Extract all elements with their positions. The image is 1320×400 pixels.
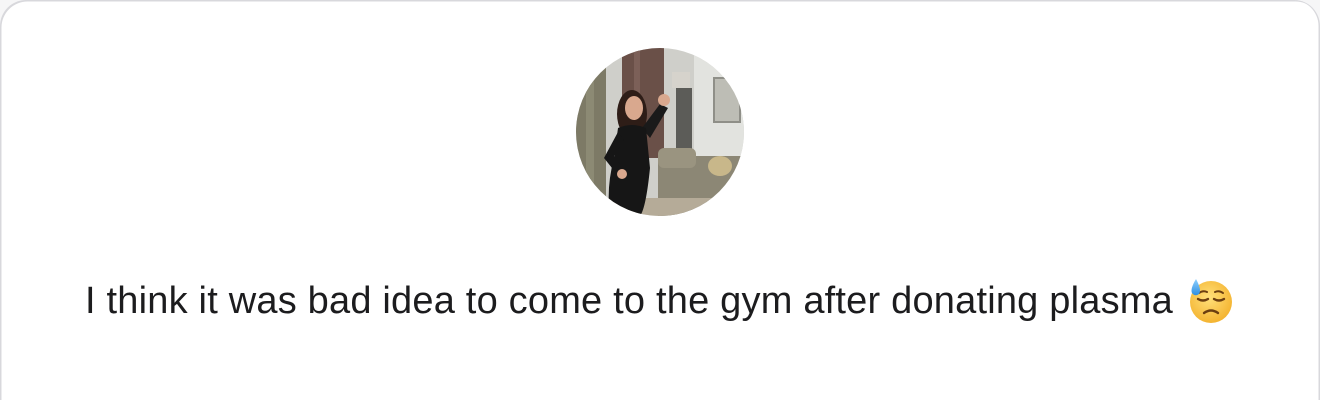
message-card: I think it was bad idea to come to the g… <box>0 0 1320 400</box>
screen: I think it was bad idea to come to the g… <box>0 0 1320 400</box>
message-text: I think it was bad idea to come to the g… <box>60 276 1260 326</box>
avatar-photo <box>576 48 744 216</box>
downcast-face-with-sweat-icon <box>1187 277 1235 325</box>
sender-avatar[interactable] <box>576 48 744 216</box>
message-body: I think it was bad idea to come to the g… <box>85 280 1173 322</box>
